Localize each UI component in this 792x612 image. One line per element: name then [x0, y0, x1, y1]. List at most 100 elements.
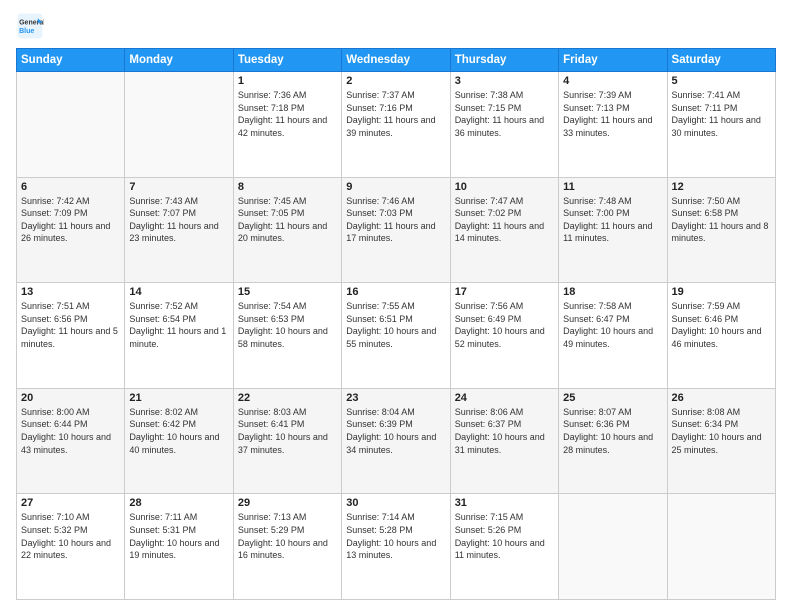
day-number: 29 [238, 497, 337, 509]
day-info: Sunrise: 7:55 AM Sunset: 6:51 PM Dayligh… [346, 300, 445, 350]
calendar-cell [559, 494, 667, 600]
calendar-cell: 6 Sunrise: 7:42 AM Sunset: 7:09 PM Daylig… [17, 177, 125, 283]
day-number: 28 [129, 497, 228, 509]
day-info: Sunrise: 7:52 AM Sunset: 6:54 PM Dayligh… [129, 300, 228, 350]
day-info: Sunrise: 7:15 AM Sunset: 5:26 PM Dayligh… [455, 511, 554, 561]
day-number: 19 [672, 286, 771, 298]
calendar-table: SundayMondayTuesdayWednesdayThursdayFrid… [16, 48, 776, 600]
day-number: 3 [455, 75, 554, 87]
calendar-cell: 21Sunrise: 8:02 AM Sunset: 6:42 PM Dayli… [125, 388, 233, 494]
col-header-tuesday: Tuesday [233, 49, 341, 72]
day-info: Sunrise: 7:48 AM Sunset: 7:00 PM Dayligh… [563, 195, 662, 245]
col-header-monday: Monday [125, 49, 233, 72]
calendar-cell: 18 Sunrise: 7:58 AM Sunset: 6:47 PM Dayli… [559, 283, 667, 389]
day-number: 31 [455, 497, 554, 509]
calendar-cell: 31 Sunrise: 7:15 AM Sunset: 5:26 PM Dayli… [450, 494, 558, 600]
calendar-cell: 9Sunrise: 7:46 AM Sunset: 7:03 PM Daylig… [342, 177, 450, 283]
day-info: Sunrise: 8:07 AM Sunset: 6:36 PM Dayligh… [563, 406, 662, 456]
calendar-cell: 29 Sunrise: 7:13 AM Sunset: 5:29 PM Dayli… [233, 494, 341, 600]
day-number: 17 [455, 286, 554, 298]
day-info: Sunrise: 8:06 AM Sunset: 6:37 PM Dayligh… [455, 406, 554, 456]
calendar-cell: 7 Sunrise: 7:43 AM Sunset: 7:07 PM Daylig… [125, 177, 233, 283]
svg-text:Blue: Blue [19, 28, 34, 35]
calendar-cell: 20 Sunrise: 8:00 AM Sunset: 6:44 PM Dayli… [17, 388, 125, 494]
calendar-cell: 2 Sunrise: 7:37 AM Sunset: 7:16 PM Daylig… [342, 72, 450, 178]
calendar-cell: 23Sunrise: 8:04 AM Sunset: 6:39 PM Dayli… [342, 388, 450, 494]
col-header-wednesday: Wednesday [342, 49, 450, 72]
day-number: 20 [21, 392, 120, 404]
col-header-thursday: Thursday [450, 49, 558, 72]
day-info: Sunrise: 7:37 AM Sunset: 7:16 PM Dayligh… [346, 89, 445, 139]
col-header-friday: Friday [559, 49, 667, 72]
calendar-week-1: 1Sunrise: 7:36 AM Sunset: 7:18 PM Daylig… [17, 72, 776, 178]
day-info: Sunrise: 7:36 AM Sunset: 7:18 PM Dayligh… [238, 89, 337, 139]
day-number: 24 [455, 392, 554, 404]
day-info: Sunrise: 7:47 AM Sunset: 7:02 PM Dayligh… [455, 195, 554, 245]
calendar-cell: 24 Sunrise: 8:06 AM Sunset: 6:37 PM Dayli… [450, 388, 558, 494]
day-info: Sunrise: 7:58 AM Sunset: 6:47 PM Dayligh… [563, 300, 662, 350]
day-number: 15 [238, 286, 337, 298]
calendar-header-row: SundayMondayTuesdayWednesdayThursdayFrid… [17, 49, 776, 72]
calendar-cell: 26 Sunrise: 8:08 AM Sunset: 6:34 PM Dayli… [667, 388, 775, 494]
day-number: 12 [672, 181, 771, 193]
logo: General Blue [16, 12, 48, 40]
day-info: Sunrise: 7:10 AM Sunset: 5:32 PM Dayligh… [21, 511, 120, 561]
day-info: Sunrise: 7:51 AM Sunset: 6:56 PM Dayligh… [21, 300, 120, 350]
day-info: Sunrise: 7:43 AM Sunset: 7:07 PM Dayligh… [129, 195, 228, 245]
day-info: Sunrise: 7:41 AM Sunset: 7:11 PM Dayligh… [672, 89, 771, 139]
day-number: 21 [129, 392, 228, 404]
day-number: 26 [672, 392, 771, 404]
day-number: 23 [346, 392, 445, 404]
day-info: Sunrise: 7:45 AM Sunset: 7:05 PM Dayligh… [238, 195, 337, 245]
page: General Blue SundayMondayTuesdayWednesda… [0, 0, 792, 612]
calendar-week-4: 20 Sunrise: 8:00 AM Sunset: 6:44 PM Dayli… [17, 388, 776, 494]
day-number: 13 [21, 286, 120, 298]
calendar-cell: 11 Sunrise: 7:48 AM Sunset: 7:00 PM Dayli… [559, 177, 667, 283]
day-info: Sunrise: 7:38 AM Sunset: 7:15 PM Dayligh… [455, 89, 554, 139]
calendar-cell [125, 72, 233, 178]
day-number: 11 [563, 181, 662, 193]
calendar-cell: 30Sunrise: 7:14 AM Sunset: 5:28 PM Dayli… [342, 494, 450, 600]
day-info: Sunrise: 7:11 AM Sunset: 5:31 PM Dayligh… [129, 511, 228, 561]
day-number: 6 [21, 181, 120, 193]
calendar-cell: 5Sunrise: 7:41 AM Sunset: 7:11 PM Daylig… [667, 72, 775, 178]
day-info: Sunrise: 7:39 AM Sunset: 7:13 PM Dayligh… [563, 89, 662, 139]
calendar-week-5: 27Sunrise: 7:10 AM Sunset: 5:32 PM Dayli… [17, 494, 776, 600]
calendar-cell: 27Sunrise: 7:10 AM Sunset: 5:32 PM Dayli… [17, 494, 125, 600]
calendar-cell [17, 72, 125, 178]
day-info: Sunrise: 8:08 AM Sunset: 6:34 PM Dayligh… [672, 406, 771, 456]
day-number: 22 [238, 392, 337, 404]
day-info: Sunrise: 7:14 AM Sunset: 5:28 PM Dayligh… [346, 511, 445, 561]
calendar-cell: 22Sunrise: 8:03 AM Sunset: 6:41 PM Dayli… [233, 388, 341, 494]
day-number: 18 [563, 286, 662, 298]
calendar-cell: 4 Sunrise: 7:39 AM Sunset: 7:13 PM Daylig… [559, 72, 667, 178]
col-header-sunday: Sunday [17, 49, 125, 72]
header: General Blue [16, 12, 776, 40]
svg-text:General: General [19, 19, 44, 26]
day-info: Sunrise: 8:00 AM Sunset: 6:44 PM Dayligh… [21, 406, 120, 456]
calendar-cell: 1Sunrise: 7:36 AM Sunset: 7:18 PM Daylig… [233, 72, 341, 178]
calendar-cell [667, 494, 775, 600]
day-number: 2 [346, 75, 445, 87]
calendar-cell: 13 Sunrise: 7:51 AM Sunset: 6:56 PM Dayli… [17, 283, 125, 389]
day-number: 7 [129, 181, 228, 193]
calendar-cell: 16Sunrise: 7:55 AM Sunset: 6:51 PM Dayli… [342, 283, 450, 389]
logo-icon: General Blue [16, 12, 44, 40]
calendar-cell: 8 Sunrise: 7:45 AM Sunset: 7:05 PM Daylig… [233, 177, 341, 283]
day-info: Sunrise: 7:56 AM Sunset: 6:49 PM Dayligh… [455, 300, 554, 350]
day-info: Sunrise: 7:46 AM Sunset: 7:03 PM Dayligh… [346, 195, 445, 245]
day-info: Sunrise: 7:54 AM Sunset: 6:53 PM Dayligh… [238, 300, 337, 350]
col-header-saturday: Saturday [667, 49, 775, 72]
day-info: Sunrise: 7:42 AM Sunset: 7:09 PM Dayligh… [21, 195, 120, 245]
day-number: 25 [563, 392, 662, 404]
day-info: Sunrise: 7:59 AM Sunset: 6:46 PM Dayligh… [672, 300, 771, 350]
calendar-cell: 14Sunrise: 7:52 AM Sunset: 6:54 PM Dayli… [125, 283, 233, 389]
calendar-cell: 19 Sunrise: 7:59 AM Sunset: 6:46 PM Dayli… [667, 283, 775, 389]
calendar-cell: 17 Sunrise: 7:56 AM Sunset: 6:49 PM Dayli… [450, 283, 558, 389]
day-info: Sunrise: 7:50 AM Sunset: 6:58 PM Dayligh… [672, 195, 771, 245]
day-info: Sunrise: 7:13 AM Sunset: 5:29 PM Dayligh… [238, 511, 337, 561]
day-number: 4 [563, 75, 662, 87]
day-number: 8 [238, 181, 337, 193]
calendar-week-2: 6 Sunrise: 7:42 AM Sunset: 7:09 PM Daylig… [17, 177, 776, 283]
calendar-cell: 15 Sunrise: 7:54 AM Sunset: 6:53 PM Dayli… [233, 283, 341, 389]
